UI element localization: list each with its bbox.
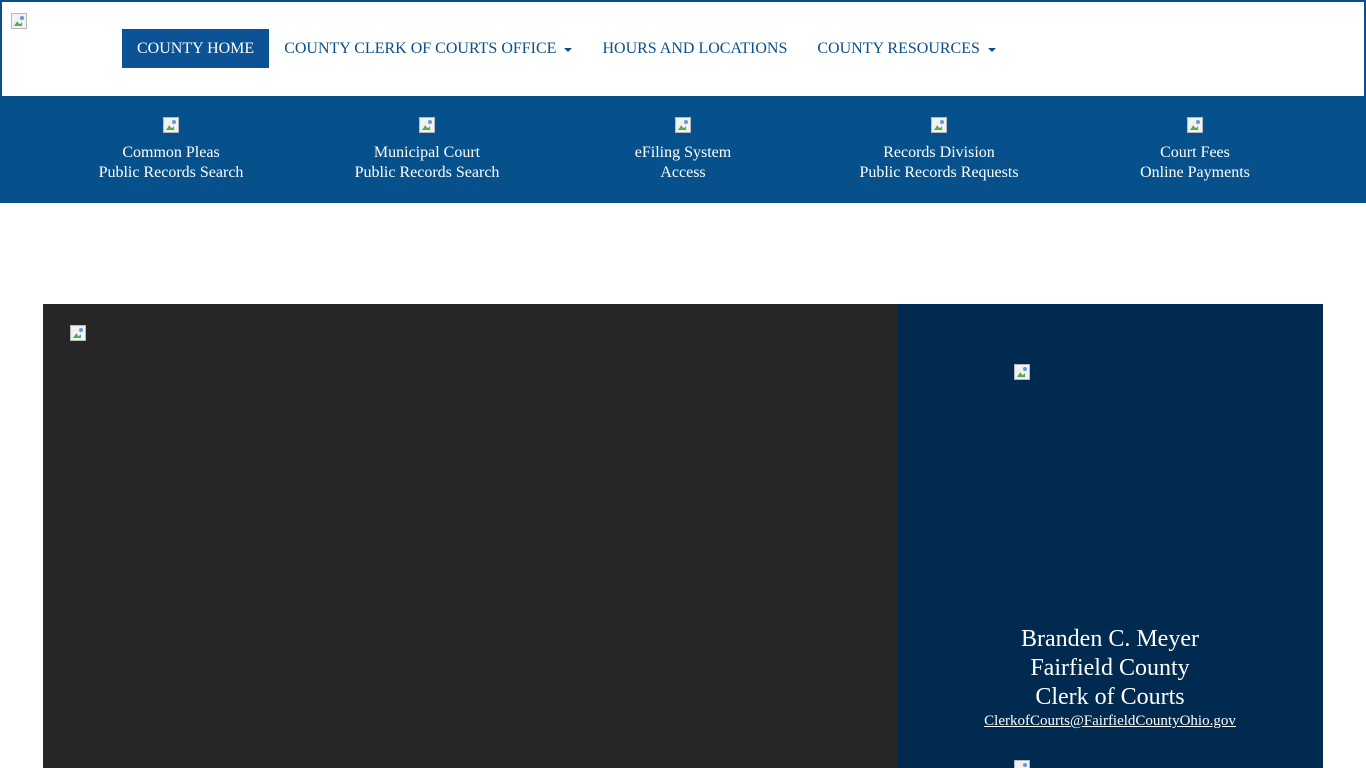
quicklink-line2: Access: [660, 164, 706, 181]
clerk-title: Clerk of Courts: [1035, 684, 1185, 710]
quicklink-records-requests[interactable]: Records Division Public Records Requests: [811, 96, 1067, 203]
quicklink-line1: Court Fees: [1160, 144, 1230, 161]
quicklink-court-fees-payments[interactable]: Court Fees Online Payments: [1067, 96, 1323, 203]
quicklink-line1: eFiling System: [634, 144, 732, 161]
county-logo-image[interactable]: [11, 13, 27, 29]
quicklink-line2: Public Records Search: [98, 164, 244, 181]
nav-county-resources-label: COUNTY RESOURCES: [817, 39, 980, 57]
efiling-icon: [675, 117, 691, 133]
nav-hours-and-locations-label: HOURS AND LOCATIONS: [602, 39, 788, 57]
nav-county-home-label: COUNTY HOME: [137, 39, 255, 57]
common-pleas-icon: [163, 117, 179, 133]
quicklink-common-pleas-search[interactable]: Common Pleas Public Records Search: [43, 96, 299, 203]
quicklink-line1: Municipal Court: [373, 144, 481, 161]
nav-hours-and-locations[interactable]: HOURS AND LOCATIONS: [587, 29, 802, 68]
quicklink-efiling-access[interactable]: eFiling System Access: [555, 96, 811, 203]
quicklink-line1: Records Division: [883, 144, 995, 161]
main-nav: COUNTY HOME COUNTY CLERK OF COURTS OFFIC…: [122, 29, 1011, 68]
nav-clerk-of-courts-office-label: COUNTY CLERK OF COURTS OFFICE: [284, 39, 557, 57]
clerk-portrait-image: [1014, 364, 1030, 380]
quicklink-line2: Public Records Search: [354, 164, 500, 181]
clerk-email-link[interactable]: ClerkofCourts@FairfieldCountyOhio.gov: [984, 713, 1236, 730]
records-division-icon: [931, 117, 947, 133]
nav-county-resources[interactable]: COUNTY RESOURCES: [802, 29, 1011, 68]
quicklink-line2: Public Records Requests: [859, 164, 1019, 181]
court-fees-icon: [1187, 117, 1203, 133]
clerk-contact-block: Branden C. Meyer Fairfield County Clerk …: [897, 625, 1323, 730]
clerk-name: Branden C. Meyer: [1021, 626, 1199, 652]
clerk-info-panel: Branden C. Meyer Fairfield County Clerk …: [897, 304, 1323, 768]
signature-image: [1014, 760, 1030, 768]
hero-image: [70, 325, 86, 341]
clerk-county: Fairfield County: [1030, 655, 1190, 681]
quicklink-line1: Common Pleas: [122, 144, 220, 161]
site-header: COUNTY HOME COUNTY CLERK OF COURTS OFFIC…: [0, 0, 1366, 96]
caret-down-icon: [564, 47, 573, 52]
quicklink-line2: Online Payments: [1140, 164, 1250, 181]
quicklink-municipal-court-search[interactable]: Municipal Court Public Records Search: [299, 96, 555, 203]
municipal-court-icon: [419, 117, 435, 133]
caret-down-icon: [987, 47, 996, 52]
hero-slideshow-panel: [43, 304, 897, 768]
nav-county-home[interactable]: COUNTY HOME: [122, 29, 270, 68]
nav-clerk-of-courts-office[interactable]: COUNTY CLERK OF COURTS OFFICE: [269, 29, 587, 68]
quick-links-bar: Common Pleas Public Records Search Munic…: [0, 96, 1366, 203]
